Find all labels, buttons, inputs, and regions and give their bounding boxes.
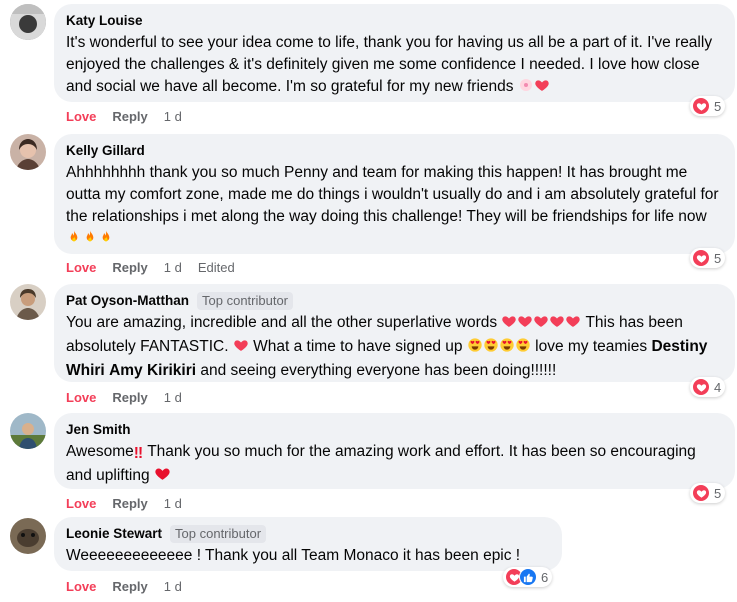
timestamp[interactable]: 1 d <box>164 390 182 405</box>
avatar[interactable] <box>10 134 46 170</box>
timestamp[interactable]: 1 d <box>164 496 182 511</box>
reactions-summary[interactable]: 6 <box>503 567 553 587</box>
like-reaction-icon <box>519 568 537 586</box>
author-name[interactable]: Kelly Gillard <box>66 142 145 160</box>
blossom-emoji-icon <box>518 77 534 100</box>
heart-reaction-icon <box>692 484 710 502</box>
comment-bubble: Jen Smith Awesome‼ Thank you so much for… <box>54 413 735 489</box>
reactions-summary[interactable]: 4 <box>690 377 726 397</box>
comment-text: Ahhhhhhhh thank you so much Penny and te… <box>66 162 723 252</box>
sparkling-heart-emoji-icon <box>501 313 581 336</box>
reactions-summary[interactable]: 5 <box>690 248 726 268</box>
comment-actions: Love Reply 1 d <box>66 577 198 595</box>
author-name[interactable]: Pat Oyson-Matthan <box>66 292 189 310</box>
heart-reaction-icon <box>692 378 710 396</box>
comment-actions: Love Reply 1 d <box>66 388 198 406</box>
love-button[interactable]: Love <box>66 579 96 594</box>
top-contributor-badge: Top contributor <box>197 292 294 310</box>
avatar[interactable] <box>10 4 46 40</box>
reply-button[interactable]: Reply <box>112 579 147 594</box>
reactions-summary[interactable]: 5 <box>690 483 726 503</box>
double-exclamation-icon: ‼ <box>133 445 144 462</box>
comment-text: Awesome‼ Thank you so much for the amazi… <box>66 441 723 489</box>
avatar[interactable] <box>10 518 46 554</box>
reply-button[interactable]: Reply <box>112 390 147 405</box>
sparkling-heart-emoji-icon <box>233 337 249 360</box>
comment-text: You are amazing, incredible and all the … <box>66 313 708 379</box>
author-name[interactable]: Jen Smith <box>66 421 131 439</box>
comment-bubble: Leonie Stewart Top contributor Weeeeeeee… <box>54 517 562 571</box>
timestamp[interactable]: 1 d <box>164 260 182 275</box>
heart-eyes-emoji-icon <box>467 337 531 360</box>
timestamp[interactable]: 1 d <box>164 109 182 124</box>
comment-actions: Love Reply 1 d Edited <box>66 258 235 276</box>
comment-bubble: Kelly Gillard Ahhhhhhhh thank you so muc… <box>54 134 735 254</box>
comment-text: It's wonderful to see your idea come to … <box>66 32 723 100</box>
reply-button[interactable]: Reply <box>112 496 147 511</box>
avatar[interactable] <box>10 413 46 449</box>
sparkling-heart-emoji-icon <box>534 77 550 100</box>
avatar[interactable] <box>10 284 46 320</box>
top-contributor-badge: Top contributor <box>170 525 267 543</box>
love-button[interactable]: Love <box>66 390 96 405</box>
comment-bubble: Katy Louise It's wonderful to see your i… <box>54 4 735 102</box>
timestamp[interactable]: 1 d <box>164 579 182 594</box>
heart-reaction-icon <box>692 249 710 267</box>
red-heart-emoji-icon <box>154 465 171 489</box>
love-button[interactable]: Love <box>66 260 96 275</box>
fire-emoji-icon <box>66 229 114 252</box>
love-button[interactable]: Love <box>66 109 96 124</box>
comment-actions: Love Reply 1 d <box>66 494 198 512</box>
love-button[interactable]: Love <box>66 496 96 511</box>
mention-link[interactable]: Amy Kirikiri <box>109 362 196 379</box>
comment-bubble: Pat Oyson-Matthan Top contributor You ar… <box>54 284 735 382</box>
reactions-summary[interactable]: 5 <box>690 96 726 116</box>
author-name[interactable]: Katy Louise <box>66 12 143 30</box>
edited-label: Edited <box>197 259 235 275</box>
comment-actions: Love Reply 1 d <box>66 107 198 125</box>
heart-reaction-icon <box>692 97 710 115</box>
reply-button[interactable]: Reply <box>112 260 147 275</box>
comment-text: Weeeeeeeeeeeee ! Thank you all Team Mona… <box>66 547 521 564</box>
reply-button[interactable]: Reply <box>112 109 147 124</box>
author-name[interactable]: Leonie Stewart <box>66 525 162 543</box>
